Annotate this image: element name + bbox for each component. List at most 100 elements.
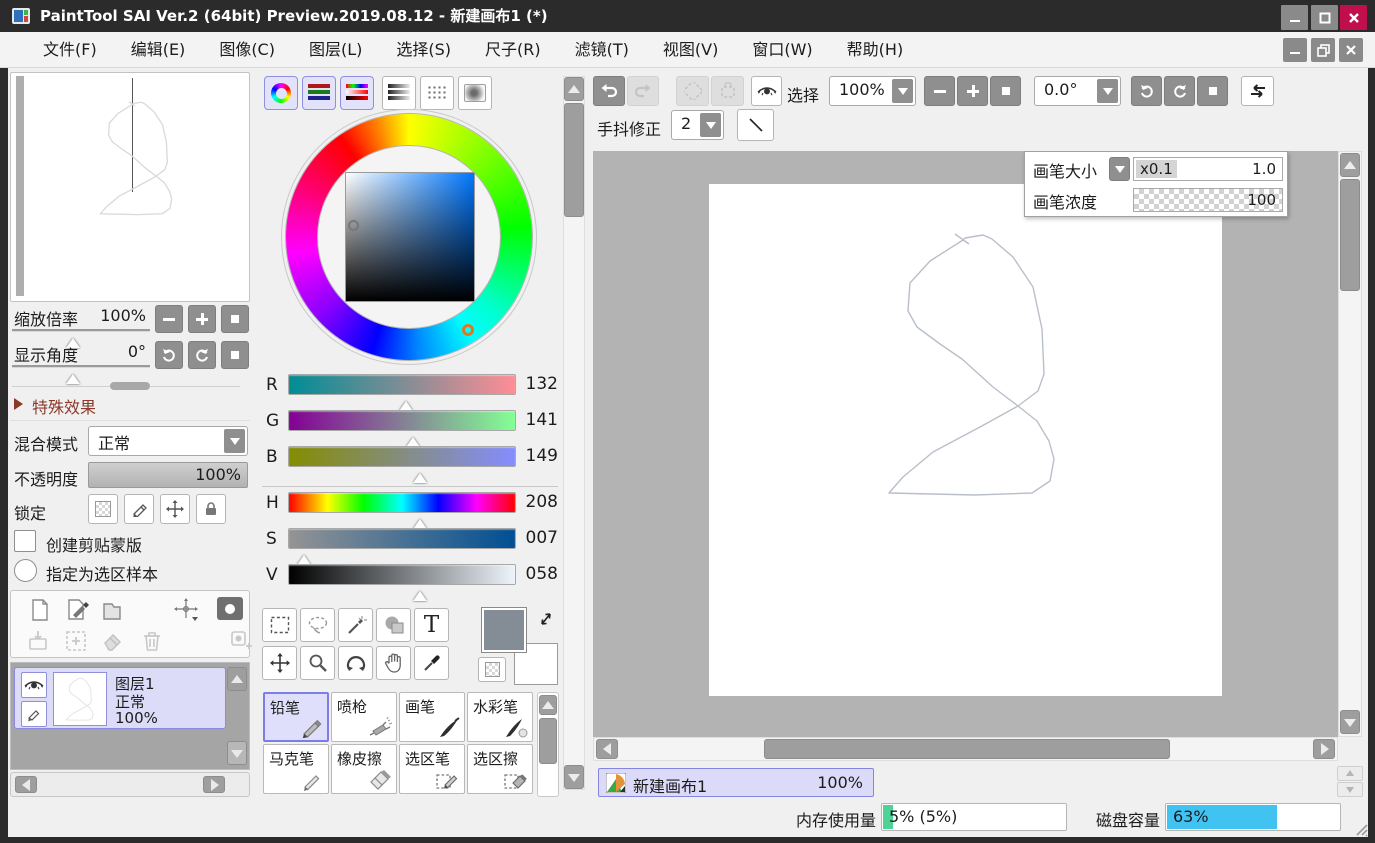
canvas-hscrollbar[interactable]: [593, 737, 1338, 761]
sv-cursor[interactable]: [348, 220, 359, 231]
layer-item-selected[interactable]: 图层1 正常 100%: [14, 667, 226, 729]
menu-layer[interactable]: 图层(L): [292, 32, 379, 68]
menu-ruler[interactable]: 尺子(R): [468, 32, 558, 68]
copy-mask-icon[interactable]: [229, 629, 253, 653]
canvas-scroll-up-button[interactable]: [1340, 153, 1360, 177]
canvas-scroll-right-button[interactable]: [1313, 739, 1335, 759]
line-tool-button[interactable]: [737, 109, 774, 141]
slider-h[interactable]: [288, 492, 516, 513]
stabilizer-dropdown-button[interactable]: [700, 113, 721, 137]
brush-item-watercolor[interactable]: 水彩笔: [467, 692, 533, 742]
slider-r[interactable]: [288, 374, 516, 395]
canvas-workspace[interactable]: 画笔大小 x0.1 1.0 画笔浓度 100: [593, 151, 1338, 737]
slider-v-handle[interactable]: [413, 584, 427, 601]
layer-visibility-toggle[interactable]: [21, 672, 47, 698]
sv-square[interactable]: [345, 172, 475, 302]
slider-s-handle[interactable]: [297, 548, 311, 565]
brush-scroll-up-button[interactable]: [539, 695, 557, 715]
new-layer-icon[interactable]: [29, 598, 51, 622]
tool-column-scrollbar[interactable]: [563, 76, 585, 790]
layer-edit-indicator[interactable]: [21, 701, 47, 727]
menu-image[interactable]: 图像(C): [202, 32, 292, 68]
view-rotate-cw-button[interactable]: [1164, 76, 1195, 106]
magic-wand-tool-button[interactable]: [338, 608, 373, 642]
rgb-sliders-toggle-button[interactable]: [302, 76, 336, 110]
canvas-scroll-left-button[interactable]: [596, 739, 618, 759]
tab-scroll-down-button[interactable]: [1337, 782, 1363, 797]
layer-list-scroll-right-button[interactable]: [203, 776, 225, 793]
mdi-restore-button[interactable]: [1311, 38, 1335, 62]
slider-b-handle[interactable]: [413, 466, 427, 483]
navigator-angle-reset-button[interactable]: [221, 341, 249, 369]
add-selection-icon[interactable]: [64, 629, 88, 653]
view-zoom-combo[interactable]: 100%: [829, 76, 916, 106]
gray-slider-toggle-button[interactable]: [382, 76, 416, 110]
special-effects-expander-icon[interactable]: [14, 398, 29, 410]
layer-list-scroll-up-button[interactable]: [227, 667, 247, 691]
stabilizer-combo[interactable]: 2: [671, 110, 724, 140]
view-angle-reset-button[interactable]: [1197, 76, 1228, 106]
new-linework-layer-icon[interactable]: [66, 597, 90, 622]
hue-marker[interactable]: [462, 324, 474, 336]
slider-g[interactable]: [288, 410, 516, 431]
rotate-view-tool-button[interactable]: [338, 646, 373, 680]
tool-column-scroll-down-button[interactable]: [564, 765, 584, 789]
delete-layer-icon[interactable]: [141, 629, 163, 653]
layer-list-scroll-left-button[interactable]: [15, 776, 37, 793]
mdi-close-button[interactable]: [1339, 38, 1363, 62]
brush-scroll-thumb[interactable]: [539, 718, 557, 764]
selection-sample-radio[interactable]: [14, 559, 37, 582]
navigator-zoom-in-button[interactable]: [188, 305, 216, 333]
navigator-zoom-reset-button[interactable]: [221, 305, 249, 333]
canvas[interactable]: [709, 184, 1222, 696]
slider-h-handle[interactable]: [413, 512, 427, 529]
menu-edit[interactable]: 编辑(E): [114, 32, 203, 68]
maximize-button[interactable]: [1311, 5, 1338, 30]
layer-list-scroll-down-button[interactable]: [227, 741, 247, 765]
clip-mask-checkbox[interactable]: [14, 530, 36, 552]
merge-down-icon[interactable]: [26, 629, 50, 653]
flip-view-button[interactable]: [1241, 76, 1274, 106]
transform-tool-icon[interactable]: [174, 598, 200, 622]
swap-colors-icon[interactable]: [536, 610, 556, 630]
menu-filter[interactable]: 滤镜(T): [558, 32, 646, 68]
menu-select[interactable]: 选择(S): [379, 32, 468, 68]
zoom-tool-button[interactable]: [300, 646, 335, 680]
shape-tool-button[interactable]: [376, 608, 411, 642]
lock-all-button[interactable]: [196, 494, 226, 524]
resize-grip[interactable]: [1355, 823, 1369, 837]
view-zoom-in-button[interactable]: [957, 76, 988, 106]
mdi-minimize-button[interactable]: [1283, 38, 1307, 62]
layer-list-hscrollbar[interactable]: [10, 772, 250, 797]
canvas-vscrollbar[interactable]: [1338, 151, 1362, 737]
slider-g-handle[interactable]: [406, 430, 420, 447]
text-tool-button[interactable]: T: [414, 608, 449, 642]
lock-transparency-button[interactable]: [88, 494, 118, 524]
brush-item-marker[interactable]: 马克笔: [263, 744, 329, 794]
clear-layer-icon[interactable]: [101, 629, 125, 653]
primary-color-swatch[interactable]: [481, 607, 527, 653]
brush-item-eraser[interactable]: 橡皮擦: [331, 744, 397, 794]
brush-size-dropdown-button[interactable]: [1109, 157, 1130, 181]
menu-file[interactable]: 文件(F): [26, 32, 114, 68]
lock-pixels-button[interactable]: [124, 494, 154, 524]
navigator-zoom-out-button[interactable]: [155, 305, 183, 333]
menu-help[interactable]: 帮助(H): [830, 32, 921, 68]
navigator-angle-slider[interactable]: [12, 365, 150, 367]
tool-column-scroll-up-button[interactable]: [564, 77, 584, 101]
eyedropper-tool-button[interactable]: [414, 646, 449, 680]
brush-grid-scrollbar[interactable]: [537, 692, 559, 797]
undo-button[interactable]: [593, 76, 625, 106]
deselect-button[interactable]: [676, 76, 709, 106]
navigator-rotate-cw-button[interactable]: [188, 341, 216, 369]
hsv-sliders-toggle-button[interactable]: [340, 76, 374, 110]
brush-size-field[interactable]: x0.1 1.0: [1133, 157, 1283, 181]
view-angle-combo[interactable]: 0.0°: [1034, 76, 1121, 106]
blend-mode-dropdown-button[interactable]: [224, 429, 245, 453]
panel-splitter-handle[interactable]: [110, 382, 150, 390]
brush-item-selection-pen[interactable]: 选区笔: [399, 744, 465, 794]
navigator-zoom-slider[interactable]: [12, 329, 150, 331]
tab-scroll-up-button[interactable]: [1337, 766, 1363, 781]
canvas-vscroll-thumb[interactable]: [1340, 179, 1360, 291]
lasso-tool-button[interactable]: [300, 608, 335, 642]
